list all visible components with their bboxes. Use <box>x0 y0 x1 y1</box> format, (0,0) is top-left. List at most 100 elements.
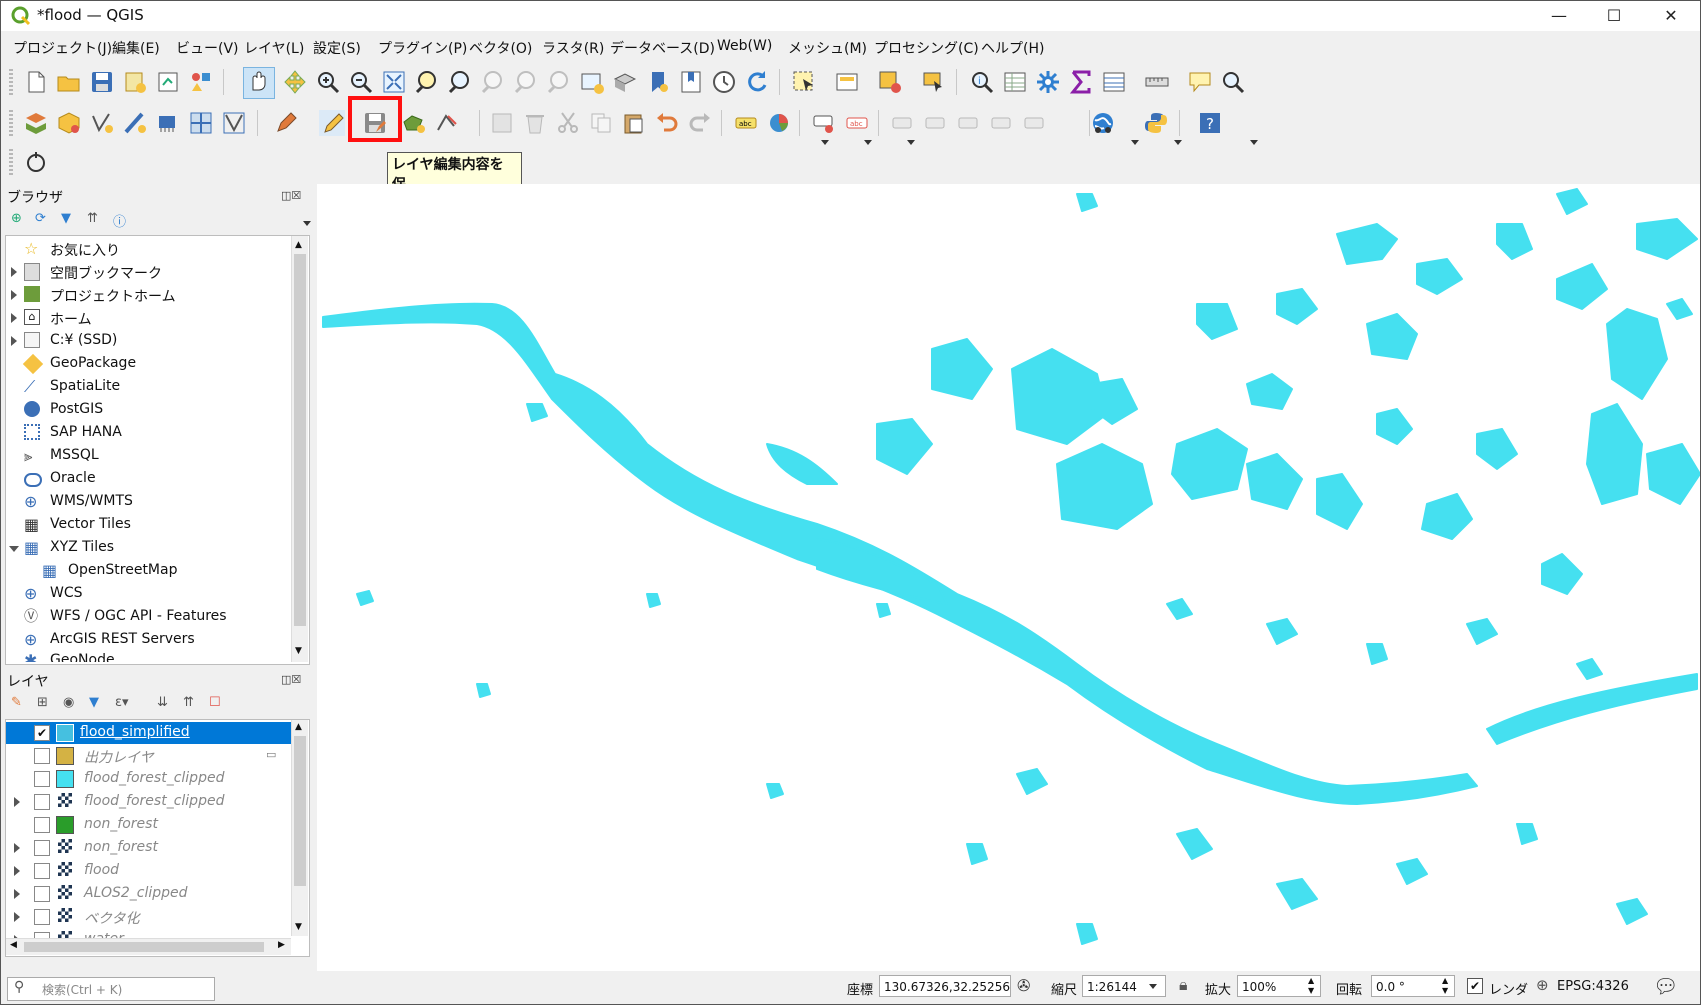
filter-legend-icon[interactable]: ▼ <box>89 695 99 710</box>
undo-icon[interactable] <box>654 110 680 136</box>
layer-row[interactable]: non_forest <box>6 814 309 836</box>
browser-item-drive[interactable]: C:¥ (SSD) <box>6 330 309 352</box>
browser-item-vector-tiles[interactable]: ▦ Vector Tiles <box>6 514 309 536</box>
refresh-icon[interactable]: ⟳ <box>35 211 46 226</box>
browser-item-sap-hana[interactable]: SAP HANA <box>6 422 309 444</box>
panel-float-close-icon[interactable]: ◫☒ <box>281 189 301 202</box>
layers-scrollbar[interactable]: ▲ ▼ <box>291 720 308 936</box>
layer-row[interactable]: ベクタ化 <box>6 906 309 928</box>
expand-all-icon[interactable]: ⇊ <box>157 695 168 710</box>
layers-hscrollbar[interactable]: ◀ ▶ <box>6 938 291 955</box>
maximize-button[interactable]: ☐ <box>1591 1 1637 31</box>
menu-view[interactable]: ビュー(V) <box>176 38 239 58</box>
locator-search-input[interactable]: ⚲ 検索(Ctrl + K) <box>7 977 215 1001</box>
spinner-arrows-icon[interactable]: ▲ ▼ <box>1442 976 1448 996</box>
remove-layer-icon[interactable]: ☐ <box>209 695 221 710</box>
browser-item-spatialite[interactable]: ⟋ SpatiaLite <box>6 376 309 398</box>
digitize-polygon-icon[interactable] <box>401 110 427 136</box>
browser-item-wms[interactable]: ⊕ WMS/WMTS <box>6 491 309 513</box>
field-calculator-icon[interactable] <box>1101 69 1127 95</box>
label-tool-icon[interactable]: abc <box>733 110 759 136</box>
measure-line-icon[interactable] <box>1144 69 1170 95</box>
expand-icon[interactable] <box>11 267 17 277</box>
pan-to-selection-icon[interactable] <box>282 69 308 95</box>
browser-item-oracle[interactable]: Oracle <box>6 468 309 490</box>
expand-icon[interactable] <box>14 843 20 853</box>
new-mesh-layer-icon[interactable] <box>188 110 214 136</box>
browser-item-wcs[interactable]: ⊕ WCS <box>6 583 309 605</box>
info-icon[interactable]: ⓘ <box>113 211 126 230</box>
layer-visibility-checkbox[interactable] <box>34 771 50 787</box>
rotate-label-icon[interactable] <box>923 110 949 136</box>
temporal-controller-icon[interactable] <box>711 69 737 95</box>
scroll-right-icon[interactable]: ▶ <box>278 940 285 950</box>
select-by-value-icon[interactable] <box>834 69 860 95</box>
show-bookmarks-icon[interactable] <box>678 69 704 95</box>
visibility-icon[interactable]: ◉ <box>63 695 74 710</box>
data-source-manager-icon[interactable] <box>23 110 49 136</box>
coordinate-field[interactable]: 130.67326,32.25256 <box>879 975 1011 997</box>
new-spatialite-layer-icon[interactable] <box>122 110 148 136</box>
statistics-sigma-icon[interactable] <box>1068 69 1094 95</box>
globe-crs-icon[interactable]: ⊕ <box>1536 976 1549 994</box>
menu-project[interactable]: プロジェクト(J) <box>13 38 112 58</box>
menu-database[interactable]: データベース(D) <box>610 38 715 58</box>
menu-plugins[interactable]: プラグイン(P) <box>378 38 467 58</box>
menu-raster[interactable]: ラスタ(R) <box>542 38 604 58</box>
zoom-full-icon[interactable] <box>381 69 407 95</box>
new-virtual-layer-icon[interactable] <box>155 110 181 136</box>
panel-float-close-icon[interactable]: ◫☒ <box>281 673 301 686</box>
identify-features-icon[interactable]: i <box>969 69 995 95</box>
expand-icon[interactable] <box>14 889 20 899</box>
browser-item-geonode[interactable]: ✱ GeoNode <box>6 650 309 663</box>
new-shapefile-layer-icon[interactable] <box>89 110 115 136</box>
new-geopackage-layer-icon[interactable] <box>56 110 82 136</box>
minimize-button[interactable]: — <box>1536 1 1582 31</box>
save-as-icon[interactable] <box>122 69 148 95</box>
layer-row[interactable]: ✔ flood_simplified <box>6 722 291 744</box>
expand-icon[interactable] <box>11 290 17 300</box>
menu-mesh[interactable]: メッシュ(M) <box>788 38 867 58</box>
layer-row[interactable]: flood <box>6 860 309 882</box>
browser-item-favorites[interactable]: ☆ お気に入り <box>6 238 309 260</box>
toolbar-grip[interactable] <box>9 149 13 175</box>
label-properties-icon[interactable] <box>1022 110 1048 136</box>
toggle-editing-icon[interactable] <box>319 110 345 136</box>
messages-icon[interactable]: 💬︎ <box>1653 974 1678 998</box>
layer-row[interactable]: ALOS2_clipped <box>6 883 309 905</box>
layer-visibility-checkbox[interactable] <box>34 863 50 879</box>
style-manager-icon[interactable] <box>188 69 214 95</box>
close-button[interactable]: ✕ <box>1648 1 1694 31</box>
new-map-view-icon[interactable] <box>579 69 605 95</box>
menu-vector[interactable]: ベクタ(O) <box>469 38 532 58</box>
add-selected-icon[interactable]: ⊕ <box>11 211 22 226</box>
menu-layer[interactable]: レイヤ(L) <box>244 38 304 58</box>
layer-visibility-checkbox[interactable]: ✔ <box>34 725 50 741</box>
modify-attributes-icon[interactable] <box>489 110 515 136</box>
memory-layer-icon[interactable]: ▭ <box>266 748 276 761</box>
change-label-icon[interactable] <box>956 110 982 136</box>
map-canvas[interactable] <box>317 184 1700 971</box>
layer-row[interactable]: flood_forest_clipped <box>6 791 309 813</box>
browser-item-wfs[interactable]: Ⓥ WFS / OGC API - Features <box>6 606 309 628</box>
new-temporary-layer-icon[interactable] <box>221 110 247 136</box>
style-icon[interactable]: ✎ <box>11 695 22 710</box>
show-hide-labels-icon[interactable]: abc <box>844 110 870 136</box>
browser-item-home[interactable]: ⌂ ホーム <box>6 307 309 329</box>
new-3d-map-icon[interactable] <box>612 69 638 95</box>
delete-selected-icon[interactable] <box>522 110 548 136</box>
diagram-options-icon[interactable] <box>766 110 792 136</box>
bookmark-add-icon[interactable] <box>645 69 671 95</box>
collapse-all-icon[interactable]: ⇈ <box>183 695 194 710</box>
collapse-icon[interactable] <box>9 546 19 552</box>
move-diagram-icon[interactable] <box>989 110 1015 136</box>
collapse-all-icon[interactable]: ⇈ <box>87 211 98 226</box>
zoom-native-icon[interactable] <box>480 69 506 95</box>
scroll-thumb[interactable] <box>294 254 306 626</box>
menu-processing[interactable]: プロセシング(C) <box>874 38 979 58</box>
select-features-icon[interactable] <box>791 69 817 95</box>
add-group-icon[interactable]: ⊞ <box>37 695 48 710</box>
quickmapservices-icon[interactable] <box>1090 110 1116 136</box>
scroll-left-icon[interactable]: ◀ <box>10 940 17 950</box>
menu-edit[interactable]: 編集(E) <box>112 38 160 58</box>
